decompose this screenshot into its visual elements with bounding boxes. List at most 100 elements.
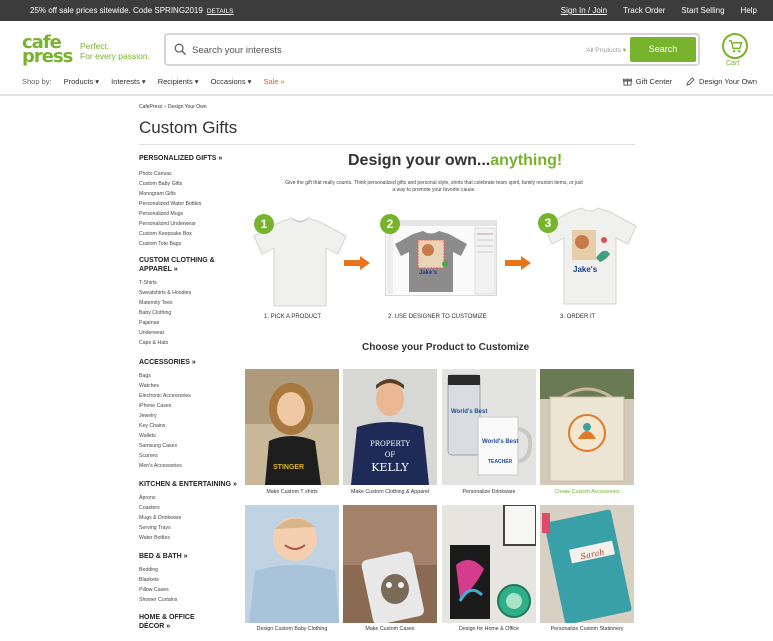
shirt-text: Jake's (573, 265, 598, 274)
sidebar-item[interactable]: Jewelry (139, 411, 239, 421)
gift-center-link[interactable]: Gift Center (622, 77, 672, 86)
sidebar-heading[interactable]: HOME & OFFICE DÉCOR » (139, 613, 219, 631)
breadcrumb-current: Design Your Own (167, 104, 207, 110)
tile-caption[interactable]: Design Custom Baby Clothing (237, 626, 347, 632)
shop-nav: Shop by: Products ▾ Interests ▾ Recipien… (22, 77, 285, 86)
sidebar-heading[interactable]: PERSONALIZED GIFTS » (139, 154, 239, 163)
sidebar-section-home: HOME & OFFICE DÉCOR » (139, 613, 219, 631)
tile-apparel-man[interactable]: PROPERTY OF KELLY (343, 369, 437, 485)
tile-accessories-bag[interactable] (540, 369, 634, 485)
nav-interests[interactable]: Interests ▾ (111, 77, 146, 86)
tile-baby-clothing[interactable] (245, 505, 339, 623)
search-bar: Search your interests All Products ▾ Sea… (164, 33, 700, 66)
sidebar-item[interactable]: T-Shirts (139, 278, 239, 288)
chevron-down-icon: ▾ (622, 47, 626, 54)
sidebar-item[interactable]: Aprons (139, 493, 239, 503)
promo-details-link[interactable]: DETAILS (207, 8, 234, 15)
tile-caption[interactable]: Make Custom Cases (335, 626, 445, 632)
sidebar-item[interactable]: Water Bottles (139, 533, 239, 543)
sidebar-item[interactable]: Samsung Cases (139, 441, 239, 451)
start-selling-link[interactable]: Start Selling (681, 6, 724, 15)
tile-caption[interactable]: Personalize Custom Stationery (532, 626, 642, 632)
tile-drinkware[interactable]: World's Best World's Best TEACHER (442, 369, 536, 485)
tile-mug-text: World's Best (451, 409, 487, 415)
sidebar-item[interactable]: Key Chains (139, 421, 239, 431)
sidebar-item[interactable]: Bags (139, 371, 239, 381)
tile-caption[interactable]: Make Custom Clothing & Apparel (335, 489, 445, 495)
design-own-link[interactable]: Design Your Own (686, 77, 757, 86)
cart-button[interactable] (722, 33, 748, 59)
sidebar-item[interactable]: Caps & Hats (139, 338, 239, 348)
sidebar-item[interactable]: Sweatshirts & Hoodies (139, 288, 239, 298)
sidebar-item[interactable]: Wallets (139, 431, 239, 441)
tile-caption[interactable]: Personalize Drinkware (434, 489, 544, 495)
sidebar-item[interactable]: Pajamas (139, 318, 239, 328)
track-order-link[interactable]: Track Order (623, 6, 665, 15)
nav-recipients[interactable]: Recipients ▾ (158, 77, 199, 86)
sidebar-heading[interactable]: KITCHEN & ENTERTAINING » (139, 480, 239, 489)
tile-mug-text: World's Best (482, 439, 518, 445)
tile-caption[interactable]: Design for Home & Office (434, 626, 544, 632)
sidebar-heading[interactable]: BED & BATH » (139, 552, 239, 561)
sidebar-item[interactable]: Photo Canvas (139, 169, 239, 179)
tile-caption[interactable]: Make Custom T shirts (237, 489, 347, 495)
breadcrumb: CafePress » Design Your Own (139, 104, 207, 110)
sidebar-item[interactable]: iPhone Cases (139, 401, 239, 411)
arrow-right-icon (344, 256, 370, 270)
sidebar-item[interactable]: Personalized Mugs (139, 209, 239, 219)
sidebar-item[interactable]: Bedding (139, 565, 239, 575)
sidebar-item[interactable]: Baby Clothing (139, 308, 239, 318)
help-link[interactable]: Help (741, 6, 757, 15)
tile-stationery[interactable]: Sarah (540, 505, 634, 623)
sign-in-link[interactable]: Sign In / Join (561, 6, 607, 15)
tile-cases[interactable] (343, 505, 437, 623)
breadcrumb-home[interactable]: CafePress (139, 104, 162, 110)
nav-products[interactable]: Products ▾ (64, 77, 99, 86)
sidebar-item[interactable]: Monogram Gifts (139, 189, 239, 199)
sidebar-item[interactable]: Blankets (139, 575, 239, 585)
cafepress-logo[interactable]: cafe press (22, 32, 78, 67)
sidebar-heading[interactable]: ACCESSORIES » (139, 358, 239, 367)
sidebar-item[interactable]: Pillow Cases (139, 585, 239, 595)
sidebar-section-clothing: CUSTOM CLOTHING & APPAREL » T-Shirts Swe… (139, 256, 239, 348)
sidebar-item[interactable]: Scarves (139, 451, 239, 461)
sidebar-item[interactable]: Mugs & Drinkware (139, 513, 239, 523)
sidebar-section-accessories: ACCESSORIES » Bags Watches Electronic Ac… (139, 358, 239, 471)
pencil-icon (686, 77, 695, 86)
page-title: Custom Gifts (139, 118, 238, 137)
sidebar-item[interactable]: Coasters (139, 503, 239, 513)
tile-home-office[interactable] (442, 505, 536, 623)
title-divider (139, 144, 635, 145)
sidebar-heading[interactable]: CUSTOM CLOTHING & APPAREL » (139, 256, 239, 274)
nav-sale[interactable]: Sale » (263, 77, 284, 86)
sidebar-item[interactable]: Electronic Accessories (139, 391, 239, 401)
sidebar-item[interactable]: Serving Trays (139, 523, 239, 533)
design-own-label: Design Your Own (699, 77, 757, 86)
sidebar-item[interactable]: Shower Curtains (139, 595, 239, 605)
sidebar-item[interactable]: Underwear (139, 328, 239, 338)
sidebar-item[interactable]: Custom Keepsake Box (139, 229, 239, 239)
sidebar-item[interactable]: Custom Baby Gifts (139, 179, 239, 189)
step-1-badge: 1 (254, 214, 274, 234)
sidebar-item[interactable]: Maternity Tees (139, 298, 239, 308)
search-input[interactable]: Search your interests (192, 45, 282, 56)
sidebar-item[interactable]: Personalized Underwear (139, 219, 239, 229)
sidebar-item[interactable]: Watches (139, 381, 239, 391)
designer-screenshot-image: Jake's (385, 220, 497, 296)
tile-tshirt-woman[interactable]: STINGER (245, 369, 339, 485)
promo-text: 25% off sale prices sitewide. Code SPRIN… (30, 6, 203, 15)
right-nav: Gift Center Design Your Own (622, 77, 757, 86)
search-button[interactable]: Search (630, 37, 696, 62)
sidebar-item[interactable]: Custom Tote Bags (139, 239, 239, 249)
category-select[interactable]: All Products ▾ (586, 46, 626, 54)
sidebar-item[interactable]: Men's Accessories (139, 461, 239, 471)
intro-text: Give the gift that really counts. Think … (285, 180, 583, 193)
cart-icon (728, 40, 743, 53)
nav-occasions[interactable]: Occasions ▾ (211, 77, 252, 86)
sidebar-item[interactable]: Personalized Water Bottles (139, 199, 239, 209)
tile-caption[interactable]: Create Custom Accessories (532, 489, 642, 495)
step-2-badge: 2 (380, 214, 400, 234)
arrow-right-icon (505, 256, 531, 270)
promo-message: 25% off sale prices sitewide. Code SPRIN… (30, 6, 233, 15)
shop-by-label: Shop by: (22, 77, 52, 86)
